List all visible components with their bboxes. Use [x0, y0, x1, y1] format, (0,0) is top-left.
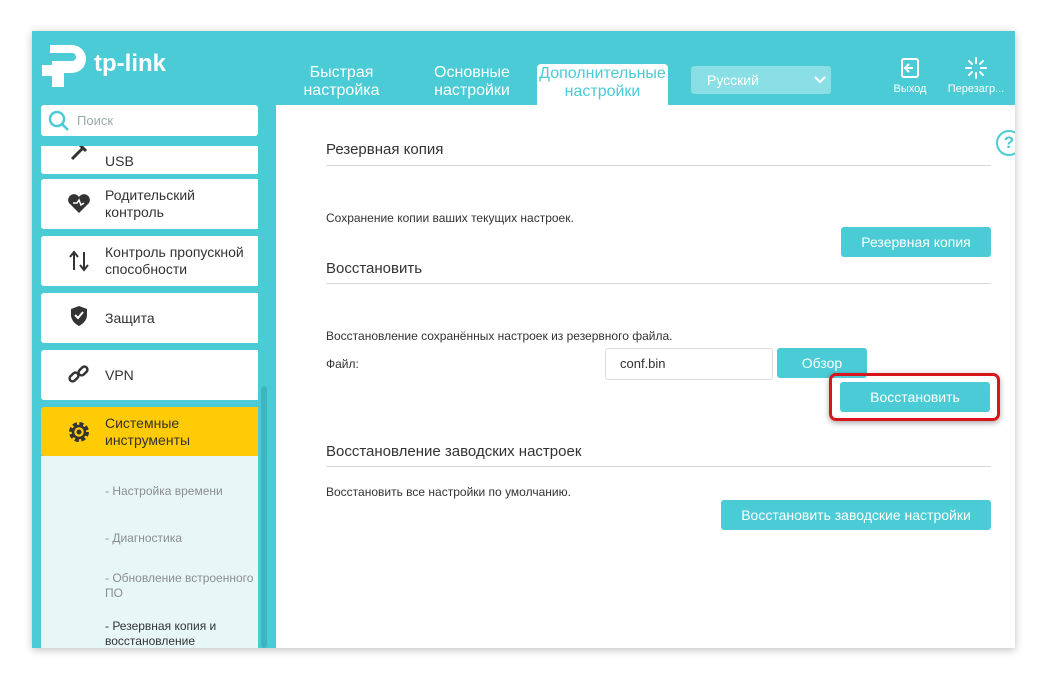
- tp-link-logo: tp-link: [40, 39, 180, 89]
- sidebar-item-label: USB: [105, 153, 134, 169]
- divider: [326, 283, 991, 284]
- restore-button[interactable]: Восстановить: [840, 382, 990, 412]
- file-path-field[interactable]: conf.bin: [605, 348, 773, 380]
- sidebar-item-security[interactable]: Защита: [41, 293, 258, 343]
- sidebar-item-usb[interactable]: USB: [41, 146, 258, 174]
- divider: [326, 165, 991, 166]
- restore-section-title: Восстановить: [326, 260, 423, 277]
- usb-icon: [66, 146, 92, 165]
- sidebar-item-label: Системные инструменты: [105, 415, 191, 448]
- sidebar-item-vpn[interactable]: VPN: [41, 350, 258, 400]
- sidebar-item-label: Контроль пропускной способности: [105, 244, 244, 277]
- main-content: ? Резервная копия Сохранение копии ваших…: [276, 105, 1015, 648]
- backup-description: Сохранение копии ваших текущих настроек.: [326, 211, 574, 225]
- tab-advanced-settings[interactable]: Дополнительные настройки: [537, 64, 668, 105]
- backup-button[interactable]: Резервная копия: [841, 227, 991, 257]
- language-value: Русский: [707, 72, 759, 88]
- search-placeholder: Поиск: [77, 113, 114, 128]
- sidebar-item-label: Родительский контроль: [105, 187, 195, 220]
- backup-section-title: Резервная копия: [326, 141, 444, 158]
- reboot-spinner-icon: [965, 57, 987, 79]
- sidebar-item-label: Защита: [105, 310, 155, 326]
- sidebar-menu: USB Родительский контроль Контроль пропу…: [41, 146, 258, 648]
- restore-description: Восстановление сохранённых настроек из р…: [326, 329, 673, 343]
- shield-icon: [66, 303, 92, 329]
- chevron-down-icon: [813, 68, 827, 102]
- factory-reset-description: Восстановить все настройки по умолчанию.: [326, 485, 571, 499]
- logo-text: tp-link: [94, 50, 167, 77]
- language-select[interactable]: Русский: [691, 66, 831, 94]
- tab-basic-settings[interactable]: Основные настройки: [422, 64, 522, 104]
- reboot-button[interactable]: Перезагр...: [943, 57, 1009, 95]
- logout-label: Выход: [893, 83, 927, 95]
- reboot-label: Перезагр...: [947, 83, 1005, 95]
- sidebar-item-parental-control[interactable]: Родительский контроль: [41, 179, 258, 229]
- search-input[interactable]: Поиск: [41, 105, 258, 136]
- system-tools-submenu: - Настройка времени - Диагностика - Обно…: [41, 456, 258, 648]
- help-icon[interactable]: ?: [996, 130, 1015, 156]
- logout-icon: [899, 57, 921, 79]
- router-admin-window: tp-link Быстрая настройка Основные настр…: [32, 31, 1015, 648]
- factory-reset-button[interactable]: Восстановить заводские настройки: [721, 500, 991, 530]
- submenu-backup-restore[interactable]: - Резервная копия и восстановление: [105, 619, 216, 648]
- submenu-firmware-update[interactable]: - Обновление встроенного ПО: [105, 571, 253, 601]
- submenu-diagnostics[interactable]: - Диагностика: [105, 531, 182, 546]
- heart-icon: [66, 191, 92, 217]
- logout-button[interactable]: Выход: [887, 57, 933, 95]
- search-icon: [48, 110, 69, 131]
- gear-icon: [66, 419, 92, 445]
- sidebar-scrollbar[interactable]: [261, 386, 267, 648]
- updown-arrows-icon: [66, 248, 92, 274]
- tab-label: Быстрая настройка: [303, 64, 380, 99]
- sidebar-item-bandwidth-control[interactable]: Контроль пропускной способности: [41, 236, 258, 286]
- factory-reset-section-title: Восстановление заводских настроек: [326, 443, 582, 460]
- file-label: Файл:: [326, 357, 359, 371]
- link-icon: [66, 362, 92, 388]
- sidebar-item-system-tools[interactable]: Системные инструменты: [41, 407, 258, 456]
- divider: [326, 466, 991, 467]
- tab-label: Основные настройки: [434, 64, 510, 99]
- sidebar-item-label: VPN: [105, 367, 134, 383]
- tab-label: Дополнительные настройки: [539, 65, 666, 100]
- tab-quick-setup[interactable]: Быстрая настройка: [294, 64, 389, 104]
- submenu-time-settings[interactable]: - Настройка времени: [105, 484, 223, 499]
